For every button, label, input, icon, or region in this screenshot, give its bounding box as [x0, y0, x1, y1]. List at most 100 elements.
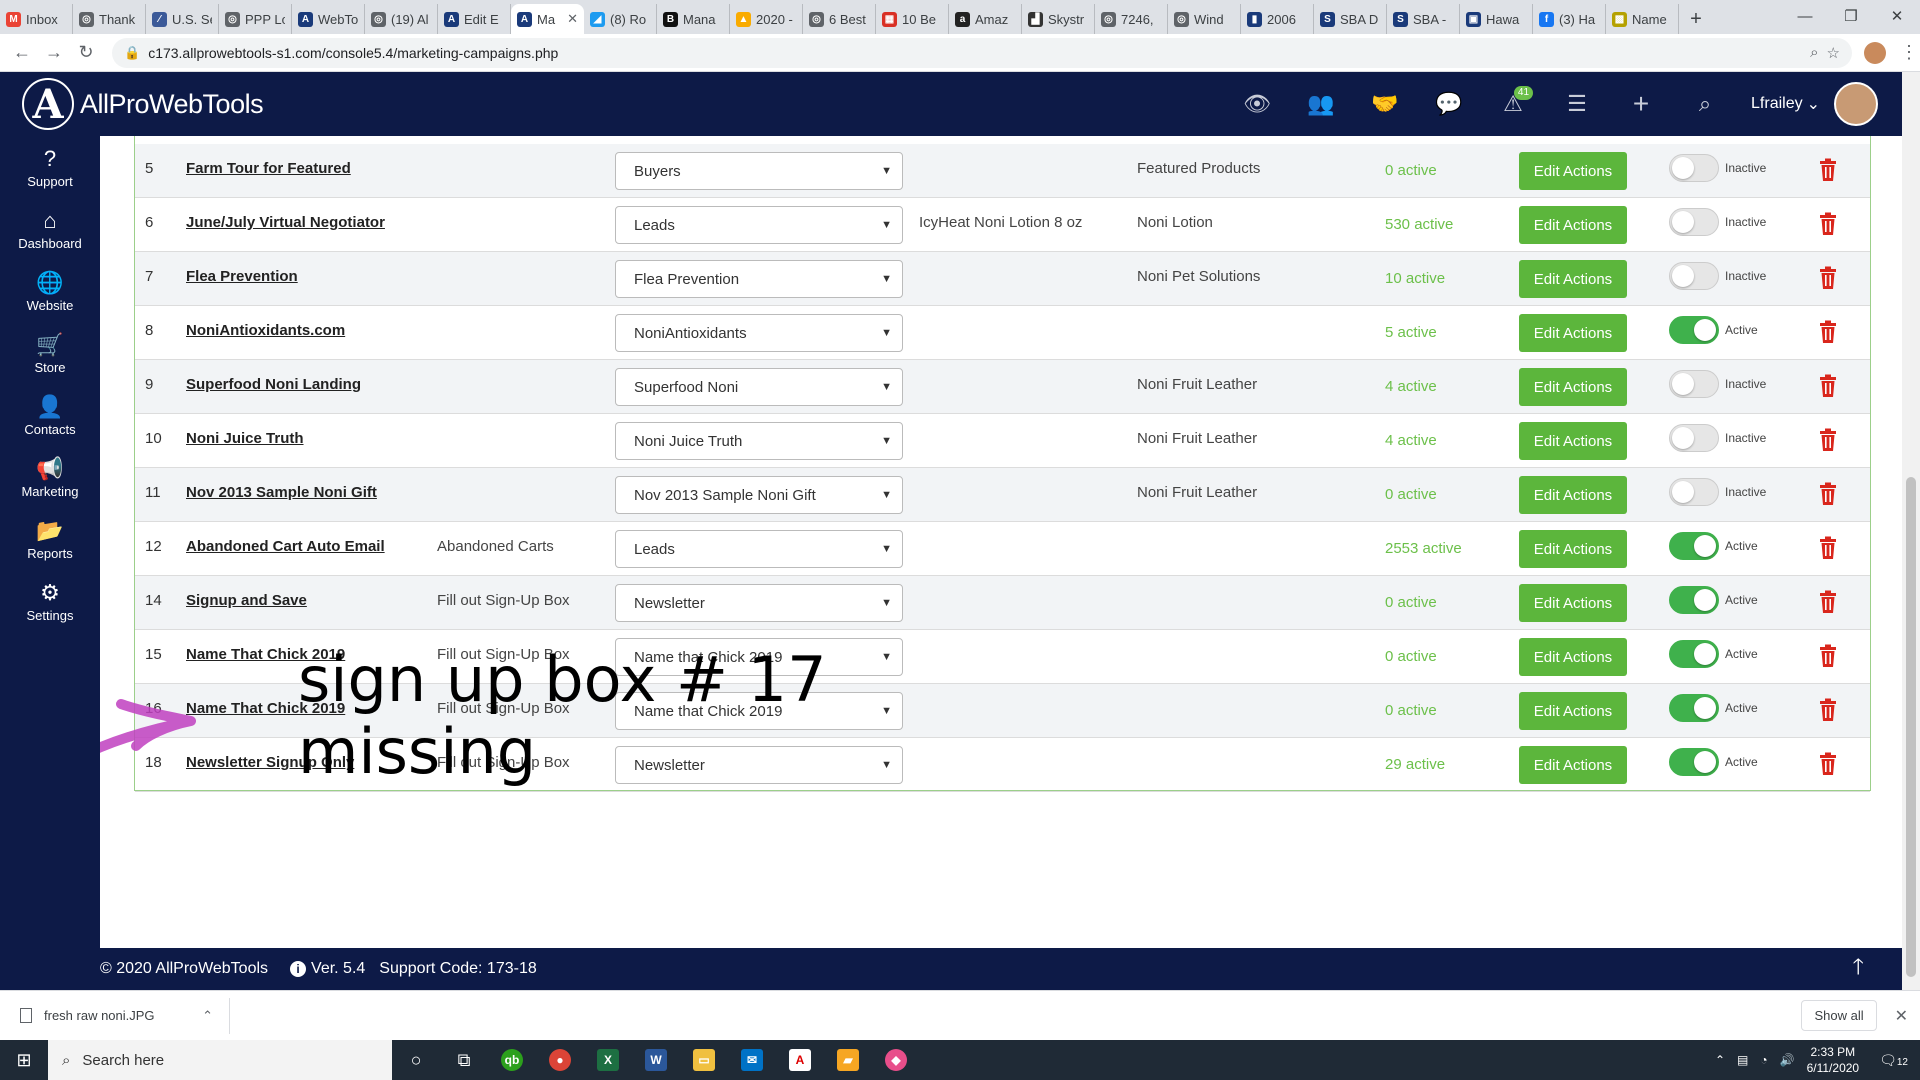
- edit-actions-button[interactable]: Edit Actions: [1519, 476, 1627, 514]
- browser-tab[interactable]: A Edit E: [438, 4, 511, 34]
- mail-icon[interactable]: ✉: [728, 1049, 776, 1071]
- edit-actions-button[interactable]: Edit Actions: [1519, 530, 1627, 568]
- sidebar-item-contacts[interactable]: 👤 Contacts: [0, 384, 100, 446]
- reload-icon[interactable]: ↻: [70, 42, 102, 63]
- browser-tab[interactable]: ▩ Name: [1606, 4, 1679, 34]
- campaign-name-link[interactable]: Farm Tour for Featured: [186, 160, 351, 177]
- acrobat-icon[interactable]: A: [776, 1049, 824, 1071]
- campaign-name-link[interactable]: NoniAntioxidants.com: [186, 322, 345, 339]
- campaign-name-link[interactable]: Signup and Save: [186, 592, 307, 609]
- active-toggle[interactable]: [1669, 370, 1719, 398]
- back-arrow-icon[interactable]: ←: [6, 42, 38, 63]
- chat-icon[interactable]: 💬: [1417, 72, 1481, 136]
- browser-tab[interactable]: ⁄ U.S. Se: [146, 4, 219, 34]
- clock[interactable]: 2:33 PM 6/11/2020: [1807, 1044, 1860, 1076]
- download-item[interactable]: fresh raw noni.JPG ⌃: [20, 997, 230, 1034]
- sidebar-item-dashboard[interactable]: ⌂ Dashboard: [0, 198, 100, 260]
- list-select[interactable]: Newsletter ▼: [615, 746, 903, 784]
- trash-icon[interactable]: [1818, 482, 1838, 506]
- windows-start-icon[interactable]: ⊞: [0, 1050, 48, 1071]
- wifi-icon[interactable]: ◔: [1760, 1053, 1767, 1067]
- list-select[interactable]: Buyers ▼: [615, 152, 903, 190]
- list-select[interactable]: Leads ▼: [615, 206, 903, 244]
- zoom-icon[interactable]: ⌕: [1810, 44, 1818, 61]
- browser-tab[interactable]: ◎ 6 Best: [803, 4, 876, 34]
- alert-icon[interactable]: ⚠ 41: [1481, 72, 1545, 136]
- info-icon[interactable]: i: [290, 961, 307, 977]
- show-all-button[interactable]: Show all: [1801, 1000, 1877, 1031]
- browser-tab[interactable]: A WebTo: [292, 4, 365, 34]
- trash-icon[interactable]: [1818, 212, 1838, 236]
- browser-tab[interactable]: a Amaz: [949, 4, 1022, 34]
- paint-icon[interactable]: ◆: [872, 1049, 920, 1071]
- list-select[interactable]: NoniAntioxidants ▼: [615, 314, 903, 352]
- active-toggle[interactable]: [1669, 316, 1719, 344]
- task-view-icon[interactable]: ⧉: [440, 1050, 488, 1071]
- list-select[interactable]: Superfood Noni ▼: [615, 368, 903, 406]
- active-toggle[interactable]: [1669, 532, 1719, 560]
- trash-icon[interactable]: [1818, 428, 1838, 452]
- browser-tab[interactable]: ◎ 7246,: [1095, 4, 1168, 34]
- campaign-name-link[interactable]: Abandoned Cart Auto Email: [186, 538, 385, 555]
- browser-tab[interactable]: S SBA D: [1314, 4, 1387, 34]
- edit-actions-button[interactable]: Edit Actions: [1519, 206, 1627, 244]
- sidebar-item-settings[interactable]: ⚙ Settings: [0, 570, 100, 632]
- network-icon[interactable]: ▤: [1737, 1053, 1748, 1067]
- browser-tab[interactable]: ▮ 2006: [1241, 4, 1314, 34]
- browser-tab[interactable]: B Mana: [657, 4, 730, 34]
- close-downloads-icon[interactable]: ✕: [1895, 1006, 1908, 1026]
- new-tab-button[interactable]: +: [1679, 4, 1713, 34]
- edit-actions-button[interactable]: Edit Actions: [1519, 152, 1627, 190]
- browser-tab[interactable]: ▦ 10 Be: [876, 4, 949, 34]
- notification-center-icon[interactable]: 🗨12: [1879, 1052, 1908, 1069]
- tray-chevron-icon[interactable]: ⌃: [1715, 1053, 1725, 1067]
- eye-icon[interactable]: 👁: [1225, 72, 1289, 136]
- list-select[interactable]: Noni Juice Truth ▼: [615, 422, 903, 460]
- chevron-up-icon[interactable]: ⌃: [202, 1008, 213, 1024]
- search-icon[interactable]: ⌕: [1673, 72, 1737, 136]
- edit-actions-button[interactable]: Edit Actions: [1519, 422, 1627, 460]
- trash-icon[interactable]: [1818, 536, 1838, 560]
- browser-tab[interactable]: ◎ Thank: [73, 4, 146, 34]
- campaign-name-link[interactable]: Nov 2013 Sample Noni Gift: [186, 484, 377, 501]
- user-menu[interactable]: Lfrailey ⌄: [1751, 94, 1820, 114]
- plus-icon[interactable]: +: [1609, 72, 1673, 136]
- list-select[interactable]: Leads ▼: [615, 530, 903, 568]
- trash-icon[interactable]: [1818, 374, 1838, 398]
- quickbooks-icon[interactable]: qb: [488, 1049, 536, 1071]
- browser-tab[interactable]: ◎ PPP Lo: [219, 4, 292, 34]
- browser-tab[interactable]: M Inbox: [0, 4, 73, 34]
- volume-icon[interactable]: 🔊: [1780, 1053, 1795, 1067]
- word-icon[interactable]: W: [632, 1049, 680, 1071]
- browser-tab[interactable]: A Ma ✕: [511, 4, 584, 34]
- scroll-top-arrow-icon[interactable]: 🡑: [1853, 950, 1864, 988]
- active-toggle[interactable]: [1669, 154, 1719, 182]
- browser-profile-icon[interactable]: [1864, 41, 1886, 64]
- handshake-icon[interactable]: 🤝: [1353, 72, 1417, 136]
- bookmark-star-icon[interactable]: ☆: [1827, 44, 1840, 62]
- edit-actions-button[interactable]: Edit Actions: [1519, 692, 1627, 730]
- campaign-name-link[interactable]: Noni Juice Truth: [186, 430, 304, 447]
- edit-actions-button[interactable]: Edit Actions: [1519, 314, 1627, 352]
- browser-tab[interactable]: S SBA -: [1387, 4, 1460, 34]
- edit-actions-button[interactable]: Edit Actions: [1519, 260, 1627, 298]
- chrome-icon[interactable]: ●: [536, 1049, 584, 1071]
- sidebar-item-marketing[interactable]: 📢 Marketing: [0, 446, 100, 508]
- notes-app-icon[interactable]: ▰: [824, 1049, 872, 1071]
- active-toggle[interactable]: [1669, 694, 1719, 722]
- list-select[interactable]: Flea Prevention ▼: [615, 260, 903, 298]
- restore-icon[interactable]: ❐: [1828, 0, 1874, 32]
- sidebar-item-support[interactable]: ? Support: [0, 136, 100, 198]
- minimize-icon[interactable]: —: [1782, 0, 1828, 32]
- excel-icon[interactable]: X: [584, 1049, 632, 1071]
- avatar[interactable]: [1834, 82, 1878, 126]
- browser-menu-icon[interactable]: ⋮: [1900, 42, 1918, 63]
- brand-logo[interactable]: A AllProWebTools: [22, 78, 264, 130]
- browser-tab[interactable]: ◎ (19) Al: [365, 4, 438, 34]
- page-scrollbar[interactable]: [1902, 72, 1920, 990]
- edit-actions-button[interactable]: Edit Actions: [1519, 638, 1627, 676]
- active-toggle[interactable]: [1669, 748, 1719, 776]
- trash-icon[interactable]: [1818, 698, 1838, 722]
- active-toggle[interactable]: [1669, 262, 1719, 290]
- sidebar-item-reports[interactable]: 📂 Reports: [0, 508, 100, 570]
